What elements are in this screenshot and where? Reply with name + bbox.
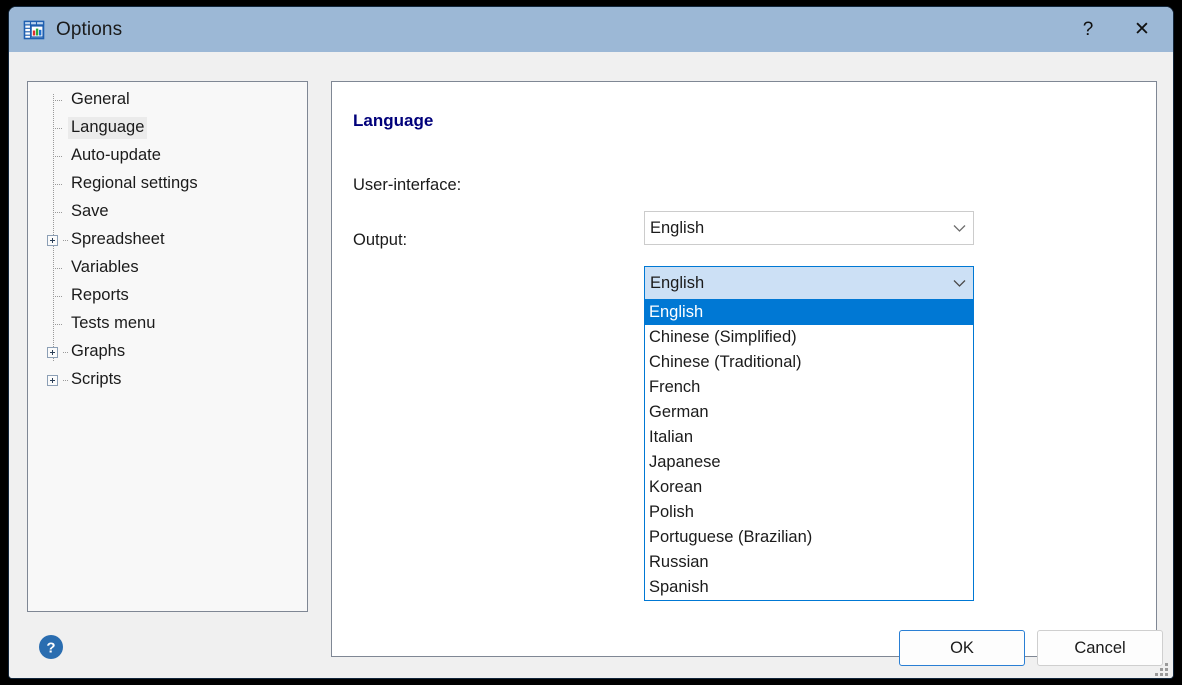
titlebar-help-button[interactable]: ? [1065,7,1111,52]
close-icon[interactable]: ✕ [1111,7,1173,52]
title-bar: Options ? ✕ [9,7,1173,52]
expand-plus-icon[interactable] [47,234,58,246]
expand-plus-icon[interactable] [47,346,58,358]
svg-text:?: ? [46,639,55,656]
dropdown-option[interactable]: Korean [645,475,973,500]
dropdown-option[interactable]: Chinese (Simplified) [645,325,973,350]
user-interface-label: User-interface: [353,176,462,194]
dialog-body: General Language Auto-update Regional se… [9,52,1173,678]
dropdown-option[interactable]: Italian [645,425,973,450]
tree-item-graphs[interactable]: Graphs [28,338,307,366]
resize-grip[interactable] [1155,663,1168,676]
output-label: Output: [353,231,408,249]
dropdown-option[interactable]: Spanish [645,575,973,600]
user-interface-language-select[interactable]: English [644,211,974,245]
tree-item-reports[interactable]: Reports [28,282,307,310]
settings-tree-panel: General Language Auto-update Regional se… [27,81,308,612]
tree-item-label: Regional settings [71,174,198,192]
spreadsheet-chart-icon [23,20,45,39]
page-title: Language [353,111,434,130]
tree-item-regional-settings[interactable]: Regional settings [28,170,307,198]
tree-item-variables[interactable]: Variables [28,254,307,282]
dropdown-option[interactable]: Russian [645,550,973,575]
tree-item-language[interactable]: Language [28,114,307,142]
user-interface-language-value: English [650,218,705,237]
tree-connector [53,127,63,129]
dropdown-option[interactable]: Polish [645,500,973,525]
tree-item-auto-update[interactable]: Auto-update [28,142,307,170]
question-mark-circle-icon[interactable]: ? [38,634,64,660]
tree-connector [53,155,63,157]
tree-connector [53,211,63,213]
options-dialog-window: Options ? ✕ General Language Auto-update… [8,6,1174,679]
dropdown-option[interactable]: Chinese (Traditional) [645,350,973,375]
tree-item-label: Save [71,202,109,220]
tree-connector [53,295,63,297]
chevron-down-icon[interactable] [945,224,973,233]
chevron-down-icon[interactable] [945,279,973,288]
tree-item-label: Variables [71,258,139,276]
tree-connector [53,267,63,269]
window-title: Options [56,18,123,40]
tree-item-label: Tests menu [71,314,156,332]
dropdown-option[interactable]: French [645,375,973,400]
output-language-dropdown[interactable]: English Chinese (Simplified) Chinese (Tr… [644,300,974,601]
tree-connector [53,183,63,185]
cancel-button[interactable]: Cancel [1037,630,1163,666]
expand-plus-icon[interactable] [47,374,58,386]
dropdown-option[interactable]: German [645,400,973,425]
output-language-select[interactable]: English [644,266,974,300]
tree-item-tests-menu[interactable]: Tests menu [28,310,307,338]
tree-item-label: Spreadsheet [71,230,165,248]
tree-item-label: Scripts [71,370,122,388]
tree-item-label: Graphs [71,342,126,360]
tree-item-label: Reports [71,286,129,304]
dropdown-option[interactable]: English [645,300,973,325]
tree-connector [53,99,63,101]
tree-item-label: General [71,90,130,108]
settings-tree: General Language Auto-update Regional se… [28,82,307,394]
dropdown-option[interactable]: Portuguese (Brazilian) [645,525,973,550]
output-language-value: English [650,273,705,292]
dropdown-option[interactable]: Japanese [645,450,973,475]
tree-item-label: Language [68,117,148,139]
ok-button[interactable]: OK [899,630,1025,666]
tree-item-spreadsheet[interactable]: Spreadsheet [28,226,307,254]
tree-item-label: Auto-update [71,146,161,164]
tree-connector [53,323,63,325]
language-settings-panel: Language User-interface: Output: English… [331,81,1157,657]
tree-item-save[interactable]: Save [28,198,307,226]
tree-item-general[interactable]: General [28,86,307,114]
tree-item-scripts[interactable]: Scripts [28,366,307,394]
